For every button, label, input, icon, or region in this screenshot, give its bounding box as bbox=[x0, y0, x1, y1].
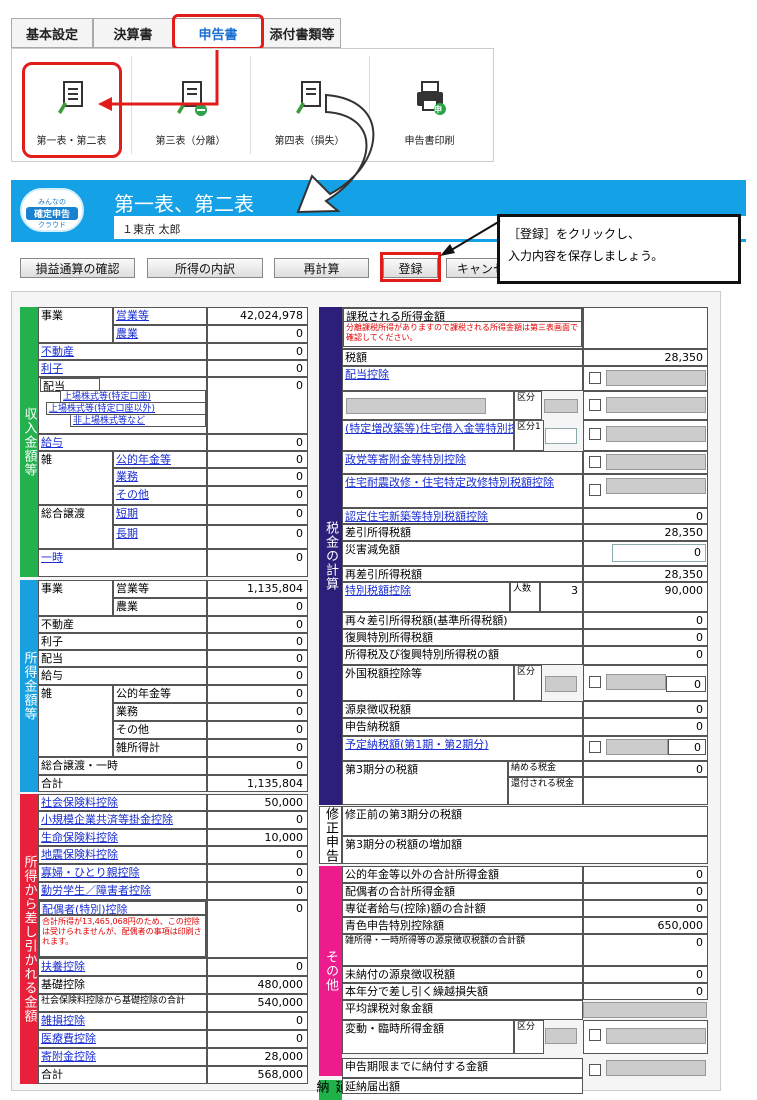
annotation-arrows bbox=[98, 50, 501, 256]
